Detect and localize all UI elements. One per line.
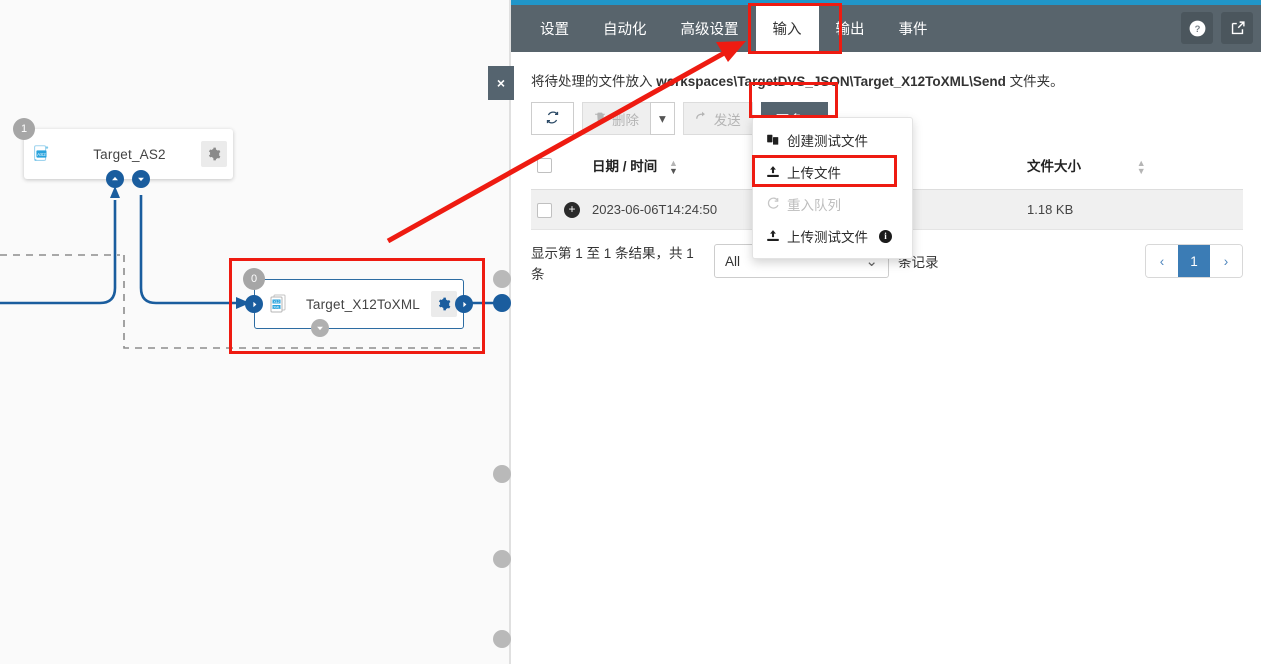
more-dropdown-menu: 创建测试文件 上传文件 重入队列 <box>752 117 913 259</box>
column-header-filesize[interactable]: 文件大小 ▲▼ <box>1021 149 1243 190</box>
cell-filesize: 1.18 KB <box>1021 190 1243 230</box>
navbar: 设置 自动化 高级设置 输入 输出 事件 ? <box>511 5 1261 52</box>
tab-events[interactable]: 事件 <box>882 5 945 52</box>
offscreen-node-port <box>493 294 511 312</box>
gear-icon[interactable] <box>431 291 457 317</box>
offscreen-node-dot <box>493 465 511 483</box>
node-port-in-x12toxml[interactable] <box>245 295 263 313</box>
pagination-next[interactable]: › <box>1210 245 1242 277</box>
description-suffix: 文件夹。 <box>1006 74 1064 89</box>
nav-tabs: 设置 自动化 高级设置 输入 输出 事件 <box>511 5 945 52</box>
upload-icon <box>765 165 780 179</box>
folder-path: workspaces\TargetDVS_JSON\Target_X12ToXM… <box>656 74 1006 89</box>
pagination-page-1[interactable]: 1 <box>1178 245 1210 277</box>
menu-item-upload-test-file[interactable]: 上传测试文件 i <box>753 220 912 252</box>
menu-item-label: 上传测试文件 <box>787 226 868 246</box>
results-summary: 显示第 1 至 1 条结果，共 1 条 <box>531 244 706 285</box>
node-label: Target_X12ToXML <box>295 297 431 312</box>
as2-file-icon: AS2 <box>24 143 58 165</box>
node-port-up-as2[interactable] <box>106 170 124 188</box>
info-icon[interactable]: i <box>879 230 892 243</box>
diagram-node-target-as2[interactable]: AS2 Target_AS2 <box>24 129 233 179</box>
tab-output[interactable]: 输出 <box>819 5 882 52</box>
row-checkbox[interactable] <box>537 203 552 218</box>
refresh-icon <box>545 110 560 128</box>
svg-text:X12: X12 <box>273 300 279 304</box>
node-badge-1: 1 <box>13 118 35 140</box>
delete-button-group: 删除 ▾ <box>582 102 675 135</box>
menu-item-upload-file[interactable]: 上传文件 <box>753 156 912 188</box>
svg-text:XML: XML <box>273 305 280 309</box>
navbar-actions: ? <box>1181 12 1253 44</box>
delete-button[interactable]: 删除 <box>582 102 651 135</box>
tab-input[interactable]: 输入 <box>756 5 819 52</box>
menu-item-label: 重入队列 <box>787 194 841 214</box>
gear-icon[interactable] <box>201 141 227 167</box>
menu-item-requeue: 重入队列 <box>753 188 912 220</box>
copy-files-icon <box>765 133 780 147</box>
select-all-header <box>531 149 558 190</box>
menu-item-label: 上传文件 <box>787 162 841 182</box>
node-port-out-x12toxml[interactable] <box>455 295 473 313</box>
page-size-value: All <box>725 254 740 269</box>
tab-automation[interactable]: 自动化 <box>586 5 664 52</box>
row-expand-cell: + <box>558 190 586 230</box>
send-button[interactable]: 发送 <box>683 102 753 135</box>
node-label: Target_AS2 <box>58 147 201 162</box>
external-link-icon[interactable] <box>1221 12 1253 44</box>
menu-item-create-test-file[interactable]: 创建测试文件 <box>753 124 912 156</box>
select-all-checkbox[interactable] <box>537 158 552 173</box>
row-select-cell <box>531 190 558 230</box>
offscreen-node-dot <box>493 630 511 648</box>
diagram-node-target-x12toxml[interactable]: X12 XML Target_X12ToXML <box>254 279 464 329</box>
node-port-down-as2[interactable] <box>132 170 150 188</box>
pagination: ‹ 1 › <box>1145 244 1243 278</box>
offscreen-node-dot <box>493 270 511 288</box>
offscreen-node-dot <box>493 550 511 568</box>
node-port-expand-x12toxml[interactable] <box>311 319 329 337</box>
expand-row-icon[interactable]: + <box>564 202 580 218</box>
column-label: 日期 / 时间 <box>592 159 657 174</box>
folder-description: 将待处理的文件放入 workspaces\TargetDVS_JSON\Targ… <box>531 70 1243 90</box>
flow-diagram-panel: 1 AS2 Target_AS2 <box>0 0 511 664</box>
delete-dropdown-caret[interactable]: ▾ <box>650 102 675 135</box>
sort-caret-icon: ▲▼ <box>669 159 678 175</box>
sort-caret-icon: ▲▼ <box>1137 159 1146 175</box>
menu-item-label: 创建测试文件 <box>787 130 868 150</box>
help-circle-icon[interactable]: ? <box>1181 12 1213 44</box>
trash-icon <box>594 111 607 127</box>
tab-advanced-settings[interactable]: 高级设置 <box>664 5 756 52</box>
description-prefix: 将待处理的文件放入 <box>531 74 656 89</box>
expand-header <box>558 149 586 190</box>
close-panel-button[interactable]: × <box>488 66 514 100</box>
delete-label: 删除 <box>612 109 639 129</box>
pagination-prev[interactable]: ‹ <box>1146 245 1178 277</box>
column-label: 文件大小 <box>1027 159 1081 174</box>
xml-documents-icon: X12 XML <box>261 292 295 316</box>
refresh-button[interactable] <box>531 102 574 135</box>
tab-settings[interactable]: 设置 <box>523 5 586 52</box>
send-arrow-icon <box>695 110 709 127</box>
input-settings-panel: 设置 自动化 高级设置 输入 输出 事件 ? <box>511 0 1261 664</box>
node-badge-0: 0 <box>243 268 265 290</box>
diagram-connections <box>0 0 511 664</box>
upload-icon <box>765 229 780 243</box>
send-label: 发送 <box>714 109 741 129</box>
svg-text:AS2: AS2 <box>37 152 46 157</box>
svg-text:?: ? <box>1194 24 1200 35</box>
requeue-icon <box>765 197 780 211</box>
